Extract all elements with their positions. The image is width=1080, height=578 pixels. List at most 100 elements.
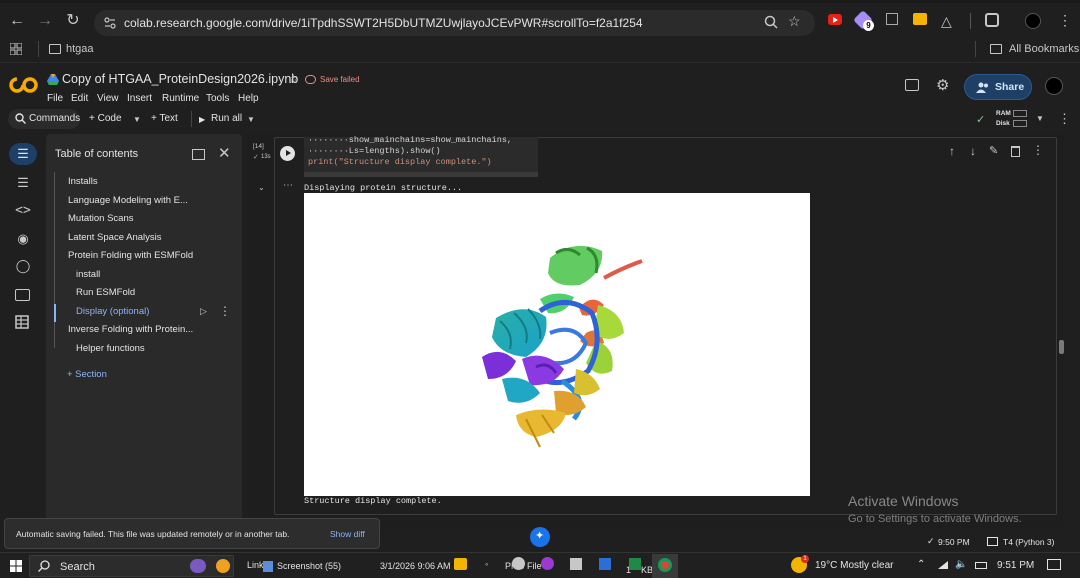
toc-run-section-icon[interactable]: ▷ bbox=[200, 306, 207, 317]
output-menu-icon[interactable]: ⋯ bbox=[283, 180, 293, 191]
zoom-icon[interactable] bbox=[764, 15, 778, 29]
menu-runtime[interactable]: Runtime bbox=[162, 93, 199, 104]
add-code-button[interactable]: + Code bbox=[89, 113, 122, 124]
settings-gear-icon[interactable]: ⚙ bbox=[936, 76, 949, 94]
menu-view[interactable]: View bbox=[97, 93, 119, 104]
protein-structure-3d-image[interactable] bbox=[304, 193, 810, 496]
disk-meter[interactable] bbox=[1013, 120, 1027, 127]
toc-item-helper-functions[interactable]: Helper functions bbox=[76, 343, 145, 354]
bookmark-star-icon[interactable]: ☆ bbox=[788, 13, 801, 30]
toc-item-display-optional[interactable]: Display (optional) bbox=[76, 306, 149, 317]
move-cell-down-icon[interactable]: ↓ bbox=[970, 144, 976, 158]
file-explorer-icon[interactable] bbox=[454, 558, 467, 570]
media-control-icon[interactable] bbox=[985, 13, 999, 27]
steam-icon[interactable] bbox=[512, 557, 525, 570]
toc-popout-icon[interactable] bbox=[192, 149, 205, 160]
account-avatar[interactable] bbox=[1045, 77, 1063, 95]
toc-item-latent-space[interactable]: Latent Space Analysis bbox=[68, 232, 161, 243]
menu-help[interactable]: Help bbox=[238, 93, 259, 104]
gemini-fab-button[interactable]: ✦ bbox=[530, 527, 550, 547]
chrome-icon[interactable] bbox=[658, 558, 672, 572]
edit-cell-icon[interactable]: ✎ bbox=[989, 144, 998, 157]
toc-list-icon[interactable]: ☰ bbox=[13, 144, 33, 164]
word-icon[interactable] bbox=[599, 558, 611, 570]
toc-item-protein-folding[interactable]: Protein Folding with ESMFold bbox=[68, 250, 193, 261]
forward-icon[interactable]: → bbox=[36, 12, 54, 30]
protein-structure-viewer[interactable] bbox=[304, 193, 810, 496]
comments-icon[interactable] bbox=[905, 79, 919, 91]
notifications-icon[interactable] bbox=[1047, 559, 1061, 570]
browser-menu-icon[interactable]: ⋮ bbox=[1058, 12, 1072, 29]
taskbar-screenshot-name[interactable]: Screenshot (55) bbox=[277, 561, 341, 571]
extensions-puzzle-icon[interactable]: △ bbox=[941, 13, 952, 30]
notebook-title[interactable]: Copy of HTGAA_ProteinDesign2026.ipynb bbox=[62, 72, 298, 86]
code-dropdown-icon[interactable]: ▼ bbox=[133, 115, 141, 124]
data-table-icon[interactable] bbox=[15, 315, 29, 329]
share-button[interactable]: Share bbox=[964, 74, 1032, 100]
variables-icon[interactable]: ◉ bbox=[13, 229, 33, 249]
runtime-type[interactable]: T4 (Python 3) bbox=[1003, 537, 1055, 547]
toc-close-icon[interactable]: ✕ bbox=[218, 144, 231, 162]
toolbar-more-icon[interactable]: ⋮ bbox=[1058, 111, 1071, 127]
show-diff-button[interactable]: Show diff bbox=[330, 529, 365, 539]
menu-edit[interactable]: Edit bbox=[71, 93, 88, 104]
colab-logo-icon[interactable] bbox=[9, 76, 39, 94]
reload-icon[interactable]: ↻ bbox=[64, 12, 82, 30]
taskbar-link-label[interactable]: Link bbox=[247, 560, 264, 570]
add-text-button[interactable]: + Text bbox=[151, 113, 178, 124]
toc-item-installs[interactable]: Installs bbox=[68, 176, 98, 187]
weather-text[interactable]: 19°C Mostly clear bbox=[815, 560, 893, 571]
windows-start-icon[interactable] bbox=[10, 560, 22, 572]
move-cell-up-icon[interactable]: ↑ bbox=[949, 144, 955, 158]
youtube-extension-icon[interactable] bbox=[828, 14, 842, 25]
code-scrollbar[interactable] bbox=[304, 172, 538, 177]
media-player-icon[interactable] bbox=[541, 557, 554, 570]
code-snippets-icon[interactable]: <> bbox=[13, 201, 33, 221]
calculator-icon[interactable] bbox=[570, 558, 582, 570]
star-notebook-icon[interactable]: ☆ bbox=[288, 72, 299, 86]
toc-item-more-icon[interactable]: ⋮ bbox=[219, 304, 231, 318]
battery-icon[interactable] bbox=[975, 562, 987, 569]
cell-more-icon[interactable]: ⋮ bbox=[1032, 143, 1044, 157]
tray-chevron-icon[interactable]: ⌃ bbox=[917, 559, 925, 570]
taskbar-search-box[interactable]: Search bbox=[29, 555, 234, 577]
status-time[interactable]: 9:50 PM bbox=[938, 537, 970, 547]
screenshot-file-icon bbox=[263, 561, 273, 572]
menu-file[interactable]: File bbox=[47, 93, 63, 104]
code-editor[interactable]: ········show_mainchains=show_mainchains,… bbox=[304, 135, 538, 177]
secrets-key-icon[interactable]: ◯ bbox=[13, 256, 33, 276]
save-status[interactable]: Save failed bbox=[320, 75, 360, 84]
all-bookmarks-link[interactable]: All Bookmarks bbox=[1009, 43, 1079, 55]
toc-item-mutation-scans[interactable]: Mutation Scans bbox=[68, 213, 133, 224]
menu-insert[interactable]: Insert bbox=[127, 93, 152, 104]
toc-item-language-modeling[interactable]: Language Modeling with E... bbox=[68, 195, 188, 206]
excel-icon[interactable] bbox=[629, 558, 641, 570]
back-icon[interactable]: ← bbox=[8, 12, 26, 30]
taskbar-clock[interactable]: 9:51 PM bbox=[997, 560, 1034, 571]
run-all-dropdown-icon[interactable]: ▼ bbox=[247, 115, 255, 124]
ram-meter[interactable] bbox=[1013, 110, 1027, 117]
profile-avatar[interactable] bbox=[1025, 13, 1041, 29]
extension-folder-icon[interactable] bbox=[913, 13, 927, 25]
address-bar[interactable]: colab.research.google.com/drive/1iTpdhSS… bbox=[94, 10, 815, 36]
toc-item-inverse-folding[interactable]: Inverse Folding with Protein... bbox=[68, 324, 193, 335]
find-replace-icon[interactable]: ☰ bbox=[13, 173, 33, 193]
volume-icon[interactable]: 🔈 bbox=[955, 559, 967, 570]
apps-grid-icon[interactable] bbox=[10, 43, 22, 55]
collapse-output-icon[interactable]: ⌄ bbox=[258, 183, 265, 192]
notebook-scrollbar-thumb[interactable] bbox=[1059, 340, 1064, 354]
run-all-button[interactable]: Run all bbox=[211, 113, 242, 124]
wifi-icon[interactable] bbox=[937, 560, 949, 570]
bookmark-folder-htgaa[interactable]: htgaa bbox=[66, 43, 94, 55]
menu-tools[interactable]: Tools bbox=[206, 93, 229, 104]
toc-item-run-esmfold[interactable]: Run ESMFold bbox=[76, 287, 135, 298]
run-cell-button[interactable] bbox=[280, 146, 295, 161]
files-folder-icon[interactable] bbox=[15, 289, 30, 301]
delete-cell-icon[interactable] bbox=[1011, 146, 1020, 157]
commands-button[interactable]: Commands bbox=[8, 109, 80, 129]
runtime-dropdown-icon[interactable]: ▼ bbox=[1036, 114, 1044, 123]
add-section-button[interactable]: + Section bbox=[67, 369, 107, 380]
extension-grid-icon[interactable] bbox=[886, 13, 898, 25]
toc-item-install[interactable]: install bbox=[76, 269, 100, 280]
site-settings-icon[interactable] bbox=[104, 17, 116, 29]
